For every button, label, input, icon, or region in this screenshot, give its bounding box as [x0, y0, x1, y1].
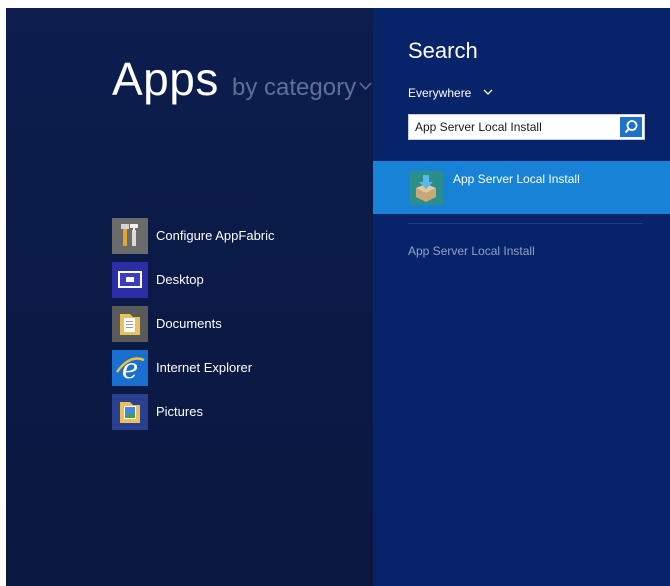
app-item-configure-appfabric[interactable]: Configure AppFabric [112, 218, 362, 254]
svg-text:e: e [122, 352, 139, 385]
search-scope-dropdown[interactable]: Everywhere [408, 84, 518, 100]
app-label: Documents [156, 316, 222, 331]
chevron-down-icon[interactable] [358, 76, 373, 96]
apps-pane: Apps by category Configure AppFabric Des… [6, 8, 373, 586]
search-box [408, 114, 645, 140]
tools-icon [112, 218, 148, 254]
documents-folder-icon [112, 306, 148, 342]
search-icon [624, 120, 638, 134]
app-item-documents[interactable]: Documents [112, 306, 362, 342]
search-result-label: App Server Local Install [453, 172, 580, 186]
divider [408, 223, 643, 224]
search-input[interactable] [415, 115, 613, 139]
apps-title: Apps [112, 53, 219, 105]
app-label: Pictures [156, 404, 203, 419]
view-selector[interactable]: by category [232, 74, 356, 102]
app-item-pictures[interactable]: Pictures [112, 394, 362, 430]
installer-box-icon [409, 171, 443, 205]
app-item-desktop[interactable]: Desktop [112, 262, 362, 298]
app-label: Configure AppFabric [156, 228, 275, 243]
internet-explorer-icon: e [112, 350, 148, 386]
chevron-down-icon [483, 89, 493, 95]
app-label: Internet Explorer [156, 360, 253, 375]
search-scope-label: Everywhere [408, 86, 472, 100]
pictures-folder-icon [112, 394, 148, 430]
search-suggestion[interactable]: App Server Local Install [408, 244, 535, 258]
app-item-internet-explorer[interactable]: e Internet Explorer [112, 350, 362, 386]
desktop-icon [112, 262, 148, 298]
app-label: Desktop [156, 272, 204, 287]
start-screen: Apps by category Configure AppFabric Des… [6, 8, 670, 586]
search-result-app[interactable]: App Server Local Install [373, 161, 670, 214]
search-title: Search [408, 38, 478, 63]
search-button[interactable] [620, 117, 642, 137]
search-pane: Search Everywhere App Server Local Insta… [373, 8, 670, 586]
